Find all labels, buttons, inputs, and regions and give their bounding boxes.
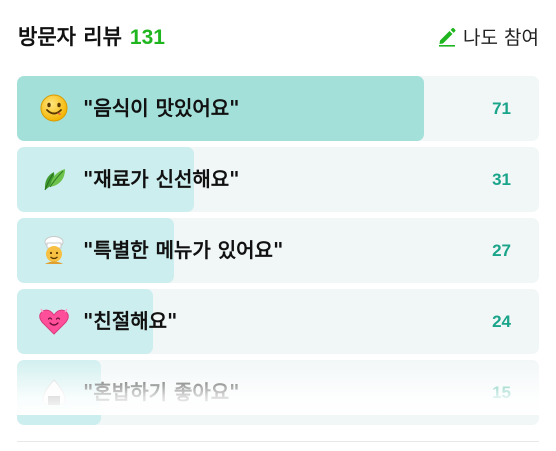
review-header: 방문자 리뷰 131 나도 참여 xyxy=(18,18,539,54)
review-keyword-count: 15 xyxy=(492,383,511,402)
review-keyword-label: "음식이 맛있어요" xyxy=(83,96,240,120)
review-keyword-list: "음식이 맛있어요" 71 "재료가 신선해요" 31 "특별한 메뉴가 있어요… xyxy=(17,76,539,431)
leaf-icon xyxy=(44,169,65,191)
smiling-face-icon xyxy=(40,94,68,122)
pencil-icon xyxy=(439,27,456,47)
review-item-taste[interactable]: "음식이 맛있어요" 71 xyxy=(17,76,539,141)
join-review-label: 나도 참여 xyxy=(463,26,539,49)
review-item-kind[interactable]: "친절해요" 24 xyxy=(17,289,539,354)
review-title-group: 방문자 리뷰 131 xyxy=(18,21,165,51)
review-keyword-label: "혼밥하기 좋아요" xyxy=(83,380,240,404)
review-item-fresh[interactable]: "재료가 신선해요" 31 xyxy=(17,147,539,212)
chef-icon xyxy=(44,236,64,264)
page-title: 방문자 리뷰 xyxy=(18,25,122,49)
divider xyxy=(17,441,539,442)
review-keyword-label: "특별한 메뉴가 있어요" xyxy=(83,238,284,262)
review-keyword-count: 27 xyxy=(492,241,511,260)
review-keyword-count: 24 xyxy=(492,312,511,331)
review-keyword-count: 31 xyxy=(492,170,511,189)
review-keyword-label: "친절해요" xyxy=(83,309,178,333)
rice-ball-icon xyxy=(42,379,66,406)
review-item-solo-dining[interactable]: "혼밥하기 좋아요" 15 xyxy=(17,360,539,425)
review-count: 131 xyxy=(129,26,165,49)
review-item-special-menu[interactable]: "특별한 메뉴가 있어요" 27 xyxy=(17,218,539,283)
join-review-button[interactable]: 나도 참여 xyxy=(436,23,539,50)
review-keyword-label: "재료가 신선해요" xyxy=(83,167,240,191)
review-keyword-count: 71 xyxy=(492,99,511,118)
heart-face-icon xyxy=(39,308,69,335)
